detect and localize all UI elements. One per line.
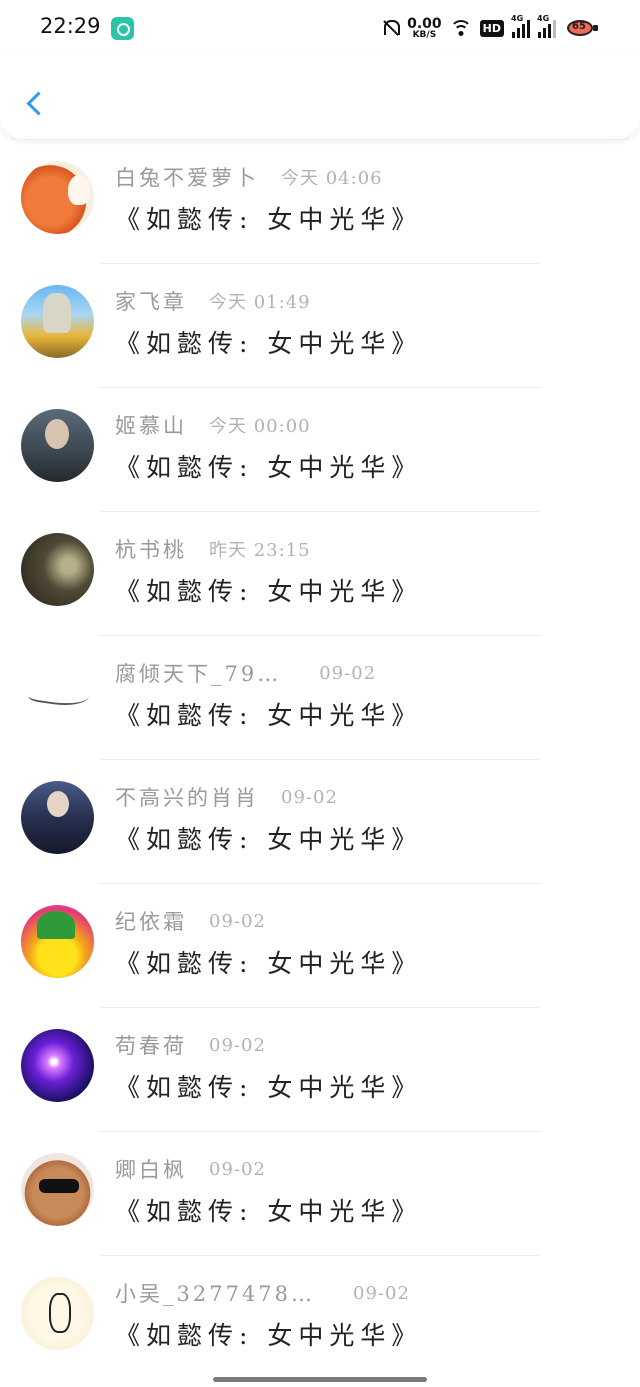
avatar[interactable] <box>21 533 94 606</box>
username[interactable]: 卿白枫 <box>115 1154 187 1184</box>
message-text: 《如懿传: 女中光华》 <box>115 949 423 978</box>
username[interactable]: 姬慕山 <box>115 410 187 440</box>
timestamp: 今天 04:06 <box>281 168 383 189</box>
app-notification-icon <box>111 17 134 40</box>
list-item[interactable]: 卿白枫 09-02 《如懿传: 女中光华》 <box>0 1132 640 1256</box>
message-list: 白兔不爱萝卜 今天 04:06 《如懿传: 女中光华》 家飞章 今天 01:49… <box>0 140 640 1380</box>
timestamp: 09-02 <box>209 910 266 932</box>
network-speed-value: 0.00 <box>407 15 442 32</box>
message-text: 《如懿传: 女中光华》 <box>115 329 423 358</box>
avatar[interactable] <box>21 1153 94 1226</box>
signal-icon-2: 4G <box>537 14 556 38</box>
message-text: 《如懿传: 女中光华》 <box>115 1197 423 1226</box>
status-indicators: 0.00 KB/S HD 4G 4G 65 <box>381 14 600 42</box>
timestamp: 昨天 23:15 <box>209 540 311 561</box>
timestamp: 今天 01:49 <box>209 292 311 313</box>
timestamp: 09-02 <box>353 1282 410 1304</box>
message-text: 《如懿传: 女中光华》 <box>115 825 423 854</box>
list-item[interactable]: 纪依霜 09-02 《如懿传: 女中光华》 <box>0 884 640 1008</box>
username[interactable]: 杭书桃 <box>115 534 187 564</box>
battery-icon: 65 <box>564 18 600 38</box>
avatar[interactable] <box>21 285 94 358</box>
header <box>0 56 640 140</box>
avatar[interactable] <box>21 409 94 482</box>
list-item[interactable]: 小吴_3277478… 09-02 《如懿传: 女中光华》 <box>0 1256 640 1380</box>
list-item[interactable]: 杭书桃 昨天 23:15 《如懿传: 女中光华》 <box>0 512 640 636</box>
username[interactable]: 白兔不爱萝卜 <box>115 162 259 192</box>
list-item[interactable]: 腐倾天下_79… 09-02 《如懿传: 女中光华》 <box>0 636 640 760</box>
message-text: 《如懿传: 女中光华》 <box>115 701 423 730</box>
message-text: 《如懿传: 女中光华》 <box>115 205 423 234</box>
wifi-icon <box>449 19 472 37</box>
avatar[interactable] <box>21 1277 94 1350</box>
avatar[interactable] <box>21 781 94 854</box>
network-speed: 0.00 KB/S <box>407 17 442 40</box>
back-button[interactable] <box>20 84 52 124</box>
list-item[interactable]: 不高兴的肖肖 09-02 《如懿传: 女中光华》 <box>0 760 640 884</box>
status-time: 22:29 <box>40 14 101 38</box>
message-text: 《如懿传: 女中光华》 <box>115 1073 423 1102</box>
home-indicator[interactable] <box>213 1377 427 1382</box>
hd-voice-icon: HD <box>479 19 504 37</box>
username[interactable]: 不高兴的肖肖 <box>115 782 259 812</box>
list-item[interactable]: 家飞章 今天 01:49 《如懿传: 女中光华》 <box>0 264 640 388</box>
message-text: 《如懿传: 女中光华》 <box>115 453 423 482</box>
avatar[interactable] <box>21 657 94 730</box>
username[interactable]: 纪依霜 <box>115 906 187 936</box>
network-speed-unit: KB/S <box>412 29 437 40</box>
timestamp: 今天 00:00 <box>209 416 311 437</box>
signal-icon-1: 4G <box>511 14 530 38</box>
timestamp: 09-02 <box>281 786 338 808</box>
message-text: 《如懿传: 女中光华》 <box>115 1321 423 1350</box>
bell-muted-icon <box>381 18 401 38</box>
username[interactable]: 苟春荷 <box>115 1030 187 1060</box>
battery-level: 65 <box>572 21 586 32</box>
avatar[interactable] <box>21 1029 94 1102</box>
status-bar: 22:29 0.00 KB/S HD 4G 4G 65 <box>0 0 640 56</box>
username[interactable]: 腐倾天下_79… <box>115 658 281 688</box>
message-text: 《如懿传: 女中光华》 <box>115 577 423 606</box>
chevron-left-icon <box>26 91 51 116</box>
timestamp: 09-02 <box>319 662 377 684</box>
list-item[interactable]: 姬慕山 今天 00:00 《如懿传: 女中光华》 <box>0 388 640 512</box>
timestamp: 09-02 <box>209 1158 266 1180</box>
list-item[interactable]: 苟春荷 09-02 《如懿传: 女中光华》 <box>0 1008 640 1132</box>
avatar[interactable] <box>21 905 94 978</box>
list-item[interactable]: 白兔不爱萝卜 今天 04:06 《如懿传: 女中光华》 <box>0 140 640 264</box>
username[interactable]: 小吴_3277478… <box>115 1278 315 1308</box>
username[interactable]: 家飞章 <box>115 286 187 316</box>
avatar[interactable] <box>21 161 94 234</box>
timestamp: 09-02 <box>209 1034 266 1056</box>
